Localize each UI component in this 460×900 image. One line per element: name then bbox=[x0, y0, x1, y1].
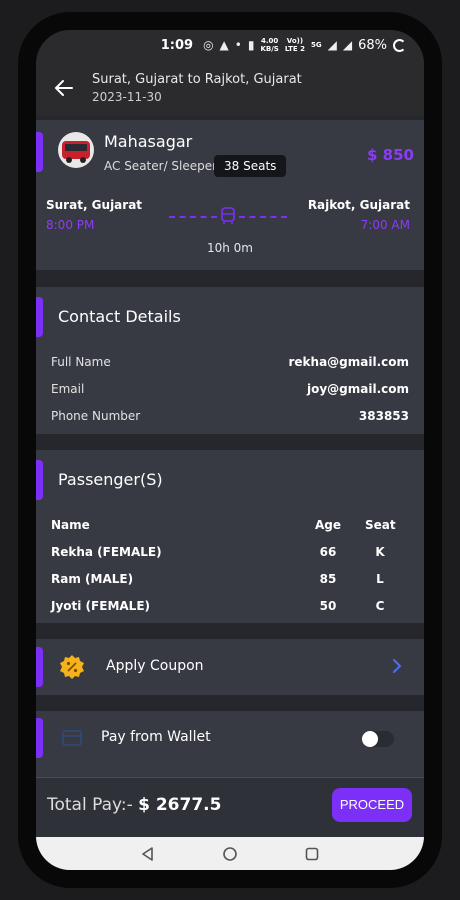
bus-type: AC Seater/ Sleeper bbox=[104, 159, 218, 173]
circle-home-icon bbox=[223, 846, 237, 861]
drive-icon: ▲ bbox=[219, 38, 229, 52]
bus-details-card: Mahasagar AC Seater/ Sleeper 38 Seats $ … bbox=[36, 120, 424, 270]
wallet-toggle[interactable] bbox=[362, 731, 394, 747]
contact-value: 383853 bbox=[358, 409, 409, 423]
apply-coupon-row[interactable]: Apply Coupon bbox=[36, 639, 424, 695]
bus-image bbox=[58, 132, 94, 168]
volte-bottom: LTE 2 bbox=[284, 45, 305, 53]
ticket-price: $ 850 bbox=[367, 146, 414, 164]
passenger-header-row: Name Age Seat bbox=[51, 518, 411, 534]
pay-from-wallet-label: Pay from Wallet bbox=[101, 729, 211, 745]
battery-level: 68% bbox=[358, 37, 387, 53]
arrival-time: 7:00 AM bbox=[360, 218, 410, 232]
signal-icon-2: ◢ bbox=[342, 38, 353, 52]
contact-label: Email bbox=[51, 382, 85, 396]
total-pay: Total Pay:- $ 2677.5 bbox=[47, 795, 221, 815]
passenger-seat: C bbox=[375, 599, 385, 613]
signal-icon: ◢ bbox=[327, 38, 337, 52]
route-date: 2023-11-30 bbox=[92, 90, 162, 104]
app-bar: Surat, Gujarat to Rajkot, Gujarat 2023-1… bbox=[36, 60, 424, 116]
status-time: 1:09 bbox=[160, 37, 194, 53]
nav-back-button[interactable] bbox=[140, 846, 156, 862]
card-accent bbox=[36, 718, 43, 758]
contact-value: joy@gmail.com bbox=[306, 382, 409, 396]
passenger-row: Jyoti (FEMALE) 50 C bbox=[51, 599, 411, 615]
network-type: 5G bbox=[311, 41, 322, 49]
card-accent bbox=[36, 460, 43, 500]
total-pay-bar: Total Pay:- $ 2677.5 PROCEED bbox=[36, 777, 424, 837]
net-speed-unit: KB/S bbox=[260, 45, 279, 53]
volte-top: Vo)) bbox=[286, 37, 304, 45]
passenger-name: Rekha (FEMALE) bbox=[51, 545, 162, 559]
header-age: Age bbox=[314, 518, 341, 532]
passenger-row: Ram (MALE) 85 L bbox=[51, 572, 411, 588]
route-line-left bbox=[169, 216, 217, 218]
contact-value: rekha@gmail.com bbox=[288, 355, 409, 369]
system-navigation-bar bbox=[36, 837, 424, 870]
contact-row-phone: Phone Number 383853 bbox=[51, 409, 409, 423]
passenger-name: Ram (MALE) bbox=[51, 572, 134, 586]
app-screen: 1:09 ◎ ▲ • ▮ 4.00 KB/S Vo)) LTE 2 5G ◢ ◢… bbox=[36, 30, 424, 870]
passenger-seat: K bbox=[375, 545, 385, 559]
passenger-row: Rekha (FEMALE) 66 K bbox=[51, 545, 411, 561]
departure-time: 8:00 PM bbox=[46, 218, 95, 232]
toggle-knob bbox=[362, 731, 378, 747]
net-speed: 4.00 KB/S bbox=[260, 37, 278, 53]
header-seat: Seat bbox=[365, 518, 396, 532]
square-recents-icon bbox=[305, 847, 319, 860]
passenger-age: 85 bbox=[319, 572, 337, 586]
contact-row-full-name: Full Name rekha@gmail.com bbox=[51, 355, 409, 369]
passenger-age: 66 bbox=[319, 545, 337, 559]
contact-label: Phone Number bbox=[51, 409, 141, 423]
nav-home-button[interactable] bbox=[222, 846, 238, 862]
passenger-age: 50 bbox=[319, 599, 337, 613]
trip-duration: 10h 0m bbox=[206, 241, 253, 255]
card-accent bbox=[36, 132, 43, 172]
coupon-badge-icon bbox=[60, 655, 84, 679]
passengers-card: Passenger(S) Name Age Seat Rekha (FEMALE… bbox=[36, 450, 424, 623]
volte-indicator: Vo)) LTE 2 bbox=[285, 37, 305, 53]
vibrate-icon: ▮ bbox=[247, 38, 255, 52]
pay-from-wallet-row: Pay from Wallet bbox=[36, 711, 424, 777]
bus-name: Mahasagar bbox=[104, 132, 193, 151]
contact-title: Contact Details bbox=[58, 307, 181, 326]
seats-badge: 38 Seats bbox=[214, 155, 287, 177]
passenger-name: Jyoti (FEMALE) bbox=[51, 599, 150, 613]
apply-coupon-label: Apply Coupon bbox=[106, 658, 204, 674]
departure-city: Surat, Gujarat bbox=[46, 198, 143, 212]
credit-card-icon bbox=[62, 730, 82, 746]
contact-details-card: Contact Details Full Name rekha@gmail.co… bbox=[36, 287, 424, 434]
arrival-city: Rajkot, Gujarat bbox=[307, 198, 410, 212]
proceed-button[interactable]: PROCEED bbox=[332, 788, 412, 822]
card-accent bbox=[36, 647, 43, 687]
dot-icon: • bbox=[234, 38, 242, 52]
passengers-title: Passenger(S) bbox=[58, 470, 163, 489]
contact-row-email: Email joy@gmail.com bbox=[51, 382, 409, 396]
total-pay-value: $ 2677.5 bbox=[138, 795, 222, 815]
total-pay-label: Total Pay:- bbox=[47, 795, 133, 815]
net-speed-value: 4.00 bbox=[261, 37, 279, 45]
bus-icon bbox=[221, 207, 235, 224]
triangle-back-icon bbox=[142, 846, 153, 861]
back-arrow-icon[interactable] bbox=[54, 78, 74, 98]
route-header: Surat, Gujarat to Rajkot, Gujarat 2023-1… bbox=[92, 72, 302, 104]
passenger-seat: L bbox=[376, 572, 384, 586]
nav-recents-button[interactable] bbox=[304, 846, 320, 862]
status-bar: 1:09 ◎ ▲ • ▮ 4.00 KB/S Vo)) LTE 2 5G ◢ ◢… bbox=[36, 30, 424, 60]
route-line-right bbox=[239, 216, 287, 218]
route-title: Surat, Gujarat to Rajkot, Gujarat bbox=[92, 72, 302, 87]
header-name: Name bbox=[51, 518, 90, 532]
whatsapp-icon: ◎ bbox=[203, 38, 214, 52]
card-accent bbox=[36, 297, 43, 337]
chevron-right-icon[interactable] bbox=[392, 658, 402, 674]
battery-icon bbox=[393, 38, 406, 52]
contact-label: Full Name bbox=[51, 355, 111, 369]
